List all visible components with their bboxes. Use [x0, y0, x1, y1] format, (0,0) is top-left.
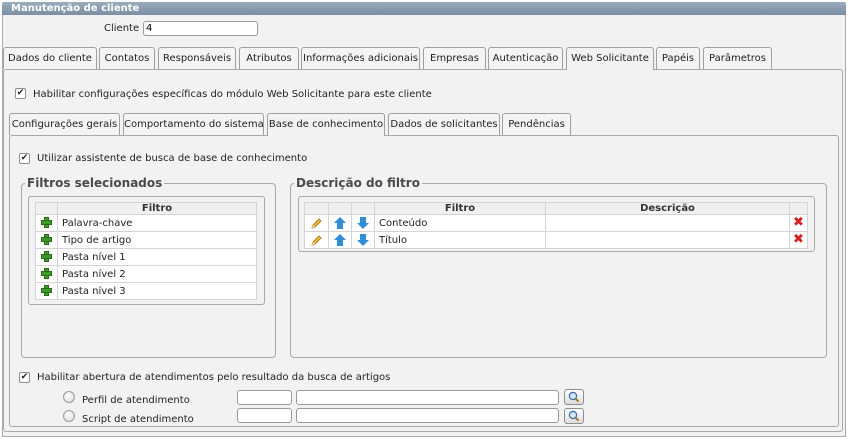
move-down-button[interactable]	[351, 231, 375, 249]
table-row: Pasta nível 3	[35, 282, 257, 300]
add-filter-button[interactable]	[35, 231, 58, 249]
cliente-input[interactable]: 4	[143, 21, 258, 36]
plus-icon	[41, 251, 52, 263]
tab-autenticacao[interactable]: Autenticação	[488, 47, 563, 69]
table-row: Pasta nível 1	[35, 248, 257, 266]
script-search-button[interactable]	[564, 408, 584, 424]
table-row: Pasta nível 2	[35, 265, 257, 283]
tab-parametros[interactable]: Parâmetros	[703, 47, 772, 69]
filtros-header-filtro: Filtro	[57, 202, 257, 215]
add-filter-button[interactable]	[35, 214, 58, 232]
descricao-filtro-cell: Título	[374, 231, 546, 249]
subtab-base-de-conhecimento[interactable]: Base de conhecimento	[267, 113, 385, 136]
filtro-name: Pasta nível 2	[57, 265, 257, 283]
abertura-atendimentos-checkbox[interactable]: ✔	[19, 372, 30, 383]
add-filter-button[interactable]	[35, 282, 58, 300]
descricao-edit-header	[304, 202, 329, 215]
subtab-dados-de-solicitantes[interactable]: Dados de solicitantes	[388, 113, 500, 135]
descricao-up-header	[328, 202, 352, 215]
delete-icon: ✖	[793, 215, 804, 230]
magnifier-icon	[568, 391, 580, 403]
descricao-table: Filtro Descrição Conteúdo ✖ Título ✖	[304, 202, 808, 249]
plus-icon	[41, 268, 52, 280]
table-row: Tipo de artigo	[35, 231, 257, 249]
move-up-button[interactable]	[328, 214, 352, 232]
move-up-button[interactable]	[328, 231, 352, 249]
filtros-table: Filtro Palavra-chave Tipo de artigo Past…	[35, 202, 257, 300]
table-row: Palavra-chave	[35, 214, 257, 232]
tab-papeis[interactable]: Papéis	[656, 47, 700, 69]
arrow-up-icon	[333, 233, 347, 247]
subtab-comportamento-do-sistema[interactable]: Comportamento do sistema	[123, 113, 264, 135]
plus-icon	[41, 217, 52, 229]
arrow-down-icon	[356, 233, 370, 247]
delete-button[interactable]: ✖	[789, 214, 808, 232]
enable-web-solicitante-checkbox[interactable]: ✔	[15, 88, 26, 99]
filtro-name: Pasta nível 1	[57, 248, 257, 266]
descricao-filtro-cell: Conteúdo	[374, 214, 546, 232]
assistente-busca-label: Utilizar assistente de busca de base de …	[37, 153, 308, 164]
tab-atributos[interactable]: Atributos	[239, 47, 299, 69]
script-description-input[interactable]	[296, 408, 559, 423]
add-filter-button[interactable]	[35, 265, 58, 283]
descricao-descricao-cell[interactable]	[545, 231, 790, 249]
pencil-icon	[311, 234, 322, 246]
descricao-descricao-cell[interactable]	[545, 214, 790, 232]
tab-responsaveis[interactable]: Responsáveis	[158, 47, 236, 69]
filtro-name: Tipo de artigo	[57, 231, 257, 249]
abertura-atendimentos-label: Habilitar abertura de atendimentos pelo …	[37, 372, 391, 383]
tab-informacoes-adicionais[interactable]: Informações adicionais	[301, 47, 420, 69]
delete-button[interactable]: ✖	[789, 231, 808, 249]
perfil-atendimento-radio[interactable]	[63, 391, 75, 403]
subtab-configuracoes-gerais[interactable]: Configurações gerais	[9, 113, 120, 135]
plus-icon	[41, 285, 52, 297]
descricao-down-header	[351, 202, 375, 215]
magnifier-icon	[568, 410, 580, 422]
add-filter-button[interactable]	[35, 248, 58, 266]
descricao-header-descricao: Descrição	[545, 202, 790, 215]
arrow-up-icon	[333, 216, 347, 230]
script-atendimento-label: Script de atendimento	[82, 414, 194, 425]
assistente-busca-checkbox[interactable]: ✔	[19, 153, 30, 164]
delete-icon: ✖	[793, 232, 804, 247]
script-code-input[interactable]	[237, 408, 292, 423]
descricao-do-filtro-title: Descrição do filtro	[296, 176, 420, 190]
cliente-label: Cliente :	[104, 23, 146, 34]
table-row: Conteúdo ✖	[304, 214, 808, 232]
window-title: Manutenção de cliente	[2, 2, 846, 15]
descricao-header-filtro: Filtro	[374, 202, 546, 215]
tab-dados-do-cliente[interactable]: Dados do cliente	[3, 47, 97, 69]
perfil-atendimento-label: Perfil de atendimento	[82, 395, 190, 406]
descricao-delete-header	[789, 202, 808, 215]
tab-contatos[interactable]: Contatos	[99, 47, 155, 69]
enable-web-solicitante-label: Habilitar configurações específicas do m…	[33, 89, 432, 100]
perfil-description-input[interactable]	[296, 390, 559, 405]
table-row: Título ✖	[304, 231, 808, 249]
filtro-name: Palavra-chave	[57, 214, 257, 232]
edit-button[interactable]	[304, 214, 329, 232]
pencil-icon	[311, 217, 322, 229]
plus-icon	[41, 234, 52, 246]
arrow-down-icon	[356, 216, 370, 230]
subtab-pendencias[interactable]: Pendências	[502, 113, 571, 135]
perfil-code-input[interactable]	[237, 390, 292, 405]
perfil-search-button[interactable]	[564, 389, 584, 405]
script-atendimento-radio[interactable]	[63, 410, 75, 422]
edit-button[interactable]	[304, 231, 329, 249]
filtros-icon-header	[35, 202, 58, 215]
tab-empresas[interactable]: Empresas	[423, 47, 486, 69]
filtros-selecionados-title: Filtros selecionados	[27, 176, 163, 190]
move-down-button[interactable]	[351, 214, 375, 232]
tab-web-solicitante[interactable]: Web Solicitante	[566, 47, 654, 70]
filtro-name: Pasta nível 3	[57, 282, 257, 300]
